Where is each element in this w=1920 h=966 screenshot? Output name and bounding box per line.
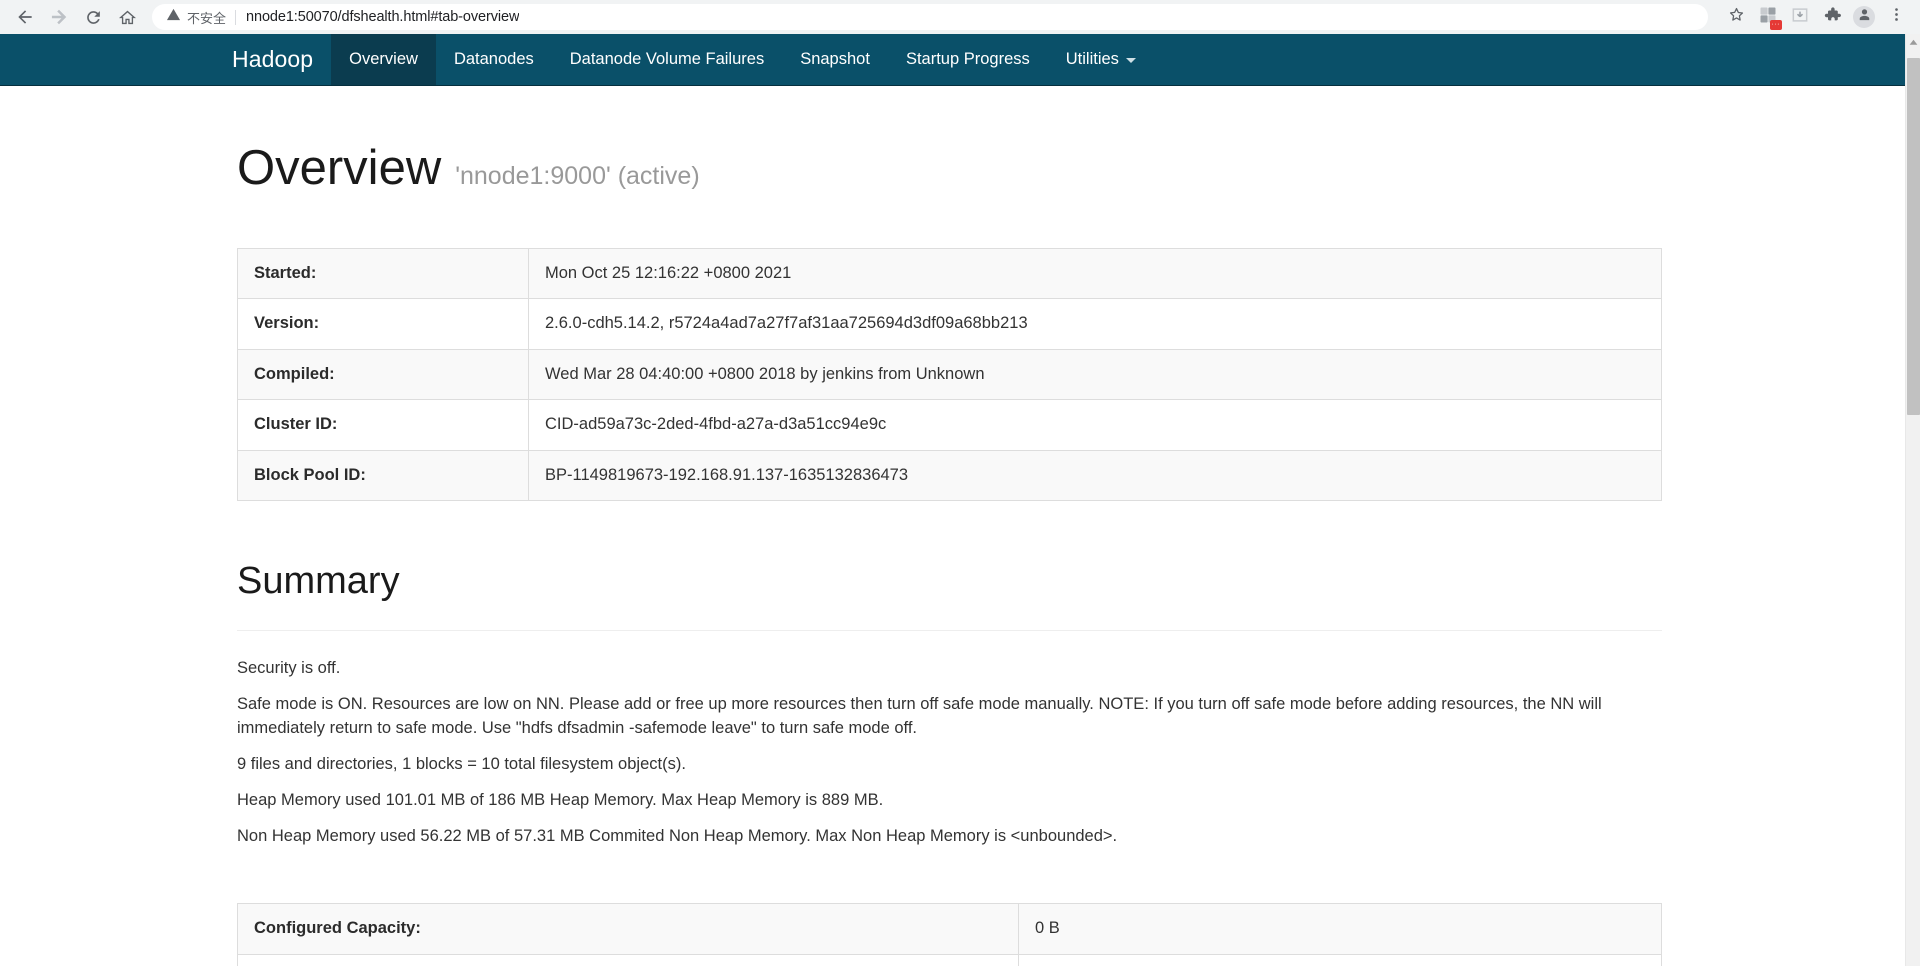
table-row: Block Pool ID: BP-1149819673-192.168.91.… bbox=[237, 449, 1662, 502]
nav-tab-overview-label: Overview bbox=[349, 50, 418, 68]
avatar bbox=[1853, 6, 1875, 28]
profile-button[interactable] bbox=[1848, 1, 1880, 33]
summary-row-value: 0 B bbox=[1018, 903, 1662, 955]
overview-row-key: Version: bbox=[237, 298, 529, 350]
back-button[interactable] bbox=[8, 0, 42, 34]
nav-tab-datanodes[interactable]: Datanodes bbox=[436, 34, 552, 85]
hadoop-navbar: Hadoop Overview Datanodes Datanode Volum… bbox=[0, 34, 1905, 86]
extension-badge-button[interactable]: ··· bbox=[1752, 1, 1784, 33]
extensions-button[interactable] bbox=[1816, 1, 1848, 33]
overview-row-value: BP-1149819673-192.168.91.137-16351328364… bbox=[528, 449, 1662, 502]
table-row: Version: 2.6.0-cdh5.14.2, r5724a4ad7a27f… bbox=[237, 298, 1662, 350]
summary-stats-table: Configured Capacity: 0 B DFS Used: 24 KB… bbox=[237, 903, 1662, 966]
summary-row-key: Configured Capacity: bbox=[237, 903, 1019, 955]
download-icon bbox=[1790, 5, 1810, 30]
summary-line-heap-memory: Heap Memory used 101.01 MB of 186 MB Hea… bbox=[237, 790, 884, 809]
overview-row-value: CID-ad59a73c-2ded-4fbd-a27a-d3a51cc94e9c bbox=[528, 399, 1662, 451]
star-icon bbox=[1727, 5, 1746, 29]
overview-info-table: Started: Mon Oct 25 12:16:22 +0800 2021 … bbox=[237, 247, 1662, 502]
table-row: Configured Capacity: 0 B bbox=[237, 903, 1662, 955]
table-row: Compiled: Wed Mar 28 04:40:00 +0800 2018… bbox=[237, 348, 1662, 401]
vertical-scrollbar[interactable] bbox=[1905, 34, 1920, 966]
nav-tab-startup-progress[interactable]: Startup Progress bbox=[888, 34, 1048, 85]
toolbar-icon-group: ··· bbox=[1720, 1, 1920, 33]
bookmark-button[interactable] bbox=[1720, 1, 1752, 33]
nav-tab-datanode-volume-failures[interactable]: Datanode Volume Failures bbox=[552, 34, 782, 85]
overview-row-key: Cluster ID: bbox=[237, 399, 529, 451]
scroll-up-arrow-icon[interactable] bbox=[1906, 34, 1920, 51]
nav-tab-utilities-label: Utilities bbox=[1065, 50, 1119, 68]
omnibox-divider bbox=[235, 9, 237, 25]
page-title: Overview bbox=[237, 141, 442, 195]
summary-divider bbox=[237, 629, 1662, 631]
nav-tab-overview[interactable]: Overview bbox=[331, 34, 436, 85]
security-label: 不安全 bbox=[187, 11, 227, 27]
forward-arrow-icon bbox=[49, 7, 69, 27]
table-row: Cluster ID: CID-ad59a73c-2ded-4fbd-a27a-… bbox=[237, 399, 1662, 451]
puzzle-piece-icon bbox=[1823, 5, 1842, 29]
overview-row-key: Block Pool ID: bbox=[237, 449, 529, 502]
overview-row-key: Started: bbox=[237, 247, 529, 300]
forward-button[interactable] bbox=[42, 0, 76, 34]
nav-tab-snapshot-label: Snapshot bbox=[800, 50, 870, 68]
security-indicator[interactable]: 不安全 bbox=[166, 7, 226, 27]
nav-tab-startup-progress-label: Startup Progress bbox=[905, 50, 1030, 68]
address-bar[interactable]: 不安全 nnode1:50070/dfshealth.html#tab-over… bbox=[152, 4, 1708, 30]
home-button[interactable] bbox=[110, 0, 144, 34]
nav-tab-utilities[interactable]: Utilities bbox=[1048, 34, 1154, 85]
summary-line-filesystem-objects: 9 files and directories, 1 blocks = 10 t… bbox=[237, 754, 686, 773]
page-subtitle: 'nnode1:9000' (active) bbox=[455, 162, 700, 190]
nav-tab-datanode-volume-failures-label: Datanode Volume Failures bbox=[569, 50, 765, 68]
overview-header: Overview 'nnode1:9000' (active) bbox=[237, 144, 1905, 193]
extension-badge-count: ··· bbox=[1769, 20, 1782, 30]
summary-line-safemode: Safe mode is ON. Resources are low on NN… bbox=[237, 694, 1602, 737]
overview-row-key: Compiled: bbox=[237, 348, 529, 401]
vertical-scroll-thumb[interactable] bbox=[1907, 58, 1920, 415]
summary-row-key: DFS Used: bbox=[237, 953, 1019, 966]
summary-line-security: Security is off. bbox=[237, 658, 341, 677]
overview-row-value: 2.6.0-cdh5.14.2, r5724a4ad7a27f7af31aa72… bbox=[528, 298, 1662, 350]
browser-menu-button[interactable] bbox=[1880, 1, 1912, 33]
url-text: nnode1:50070/dfshealth.html#tab-overview bbox=[246, 9, 520, 25]
browser-viewport: Hadoop Overview Datanodes Datanode Volum… bbox=[0, 34, 1920, 966]
table-row: Started: Mon Oct 25 12:16:22 +0800 2021 bbox=[237, 247, 1662, 300]
three-dot-menu-icon bbox=[1888, 6, 1905, 28]
page-content-area: Hadoop Overview Datanodes Datanode Volum… bbox=[0, 34, 1905, 966]
profile-avatar-icon bbox=[1857, 7, 1872, 27]
main-content: Overview 'nnode1:9000' (active) Started:… bbox=[0, 144, 1905, 966]
overview-row-value: Mon Oct 25 12:16:22 +0800 2021 bbox=[528, 247, 1662, 300]
nav-tab-snapshot[interactable]: Snapshot bbox=[782, 34, 888, 85]
nav-tab-datanodes-label: Datanodes bbox=[453, 50, 534, 68]
overview-row-value: Wed Mar 28 04:40:00 +0800 2018 by jenkin… bbox=[528, 348, 1662, 401]
summary-heading: Summary bbox=[237, 560, 400, 603]
reload-icon bbox=[84, 8, 103, 27]
downloads-button[interactable] bbox=[1784, 1, 1816, 33]
back-arrow-icon bbox=[15, 7, 35, 27]
summary-line-non-heap-memory: Non Heap Memory used 56.22 MB of 57.31 M… bbox=[237, 826, 1118, 845]
home-icon bbox=[118, 8, 137, 27]
reload-button[interactable] bbox=[76, 0, 110, 34]
hadoop-brand-link[interactable]: Hadoop bbox=[232, 34, 331, 85]
table-row: DFS Used: 24 KB (100%) bbox=[237, 953, 1662, 966]
warning-triangle-icon bbox=[166, 7, 181, 27]
browser-toolbar: 不安全 nnode1:50070/dfshealth.html#tab-over… bbox=[0, 0, 1920, 34]
chevron-down-icon bbox=[1125, 58, 1136, 63]
summary-row-value: 24 KB (100%) bbox=[1018, 953, 1662, 966]
